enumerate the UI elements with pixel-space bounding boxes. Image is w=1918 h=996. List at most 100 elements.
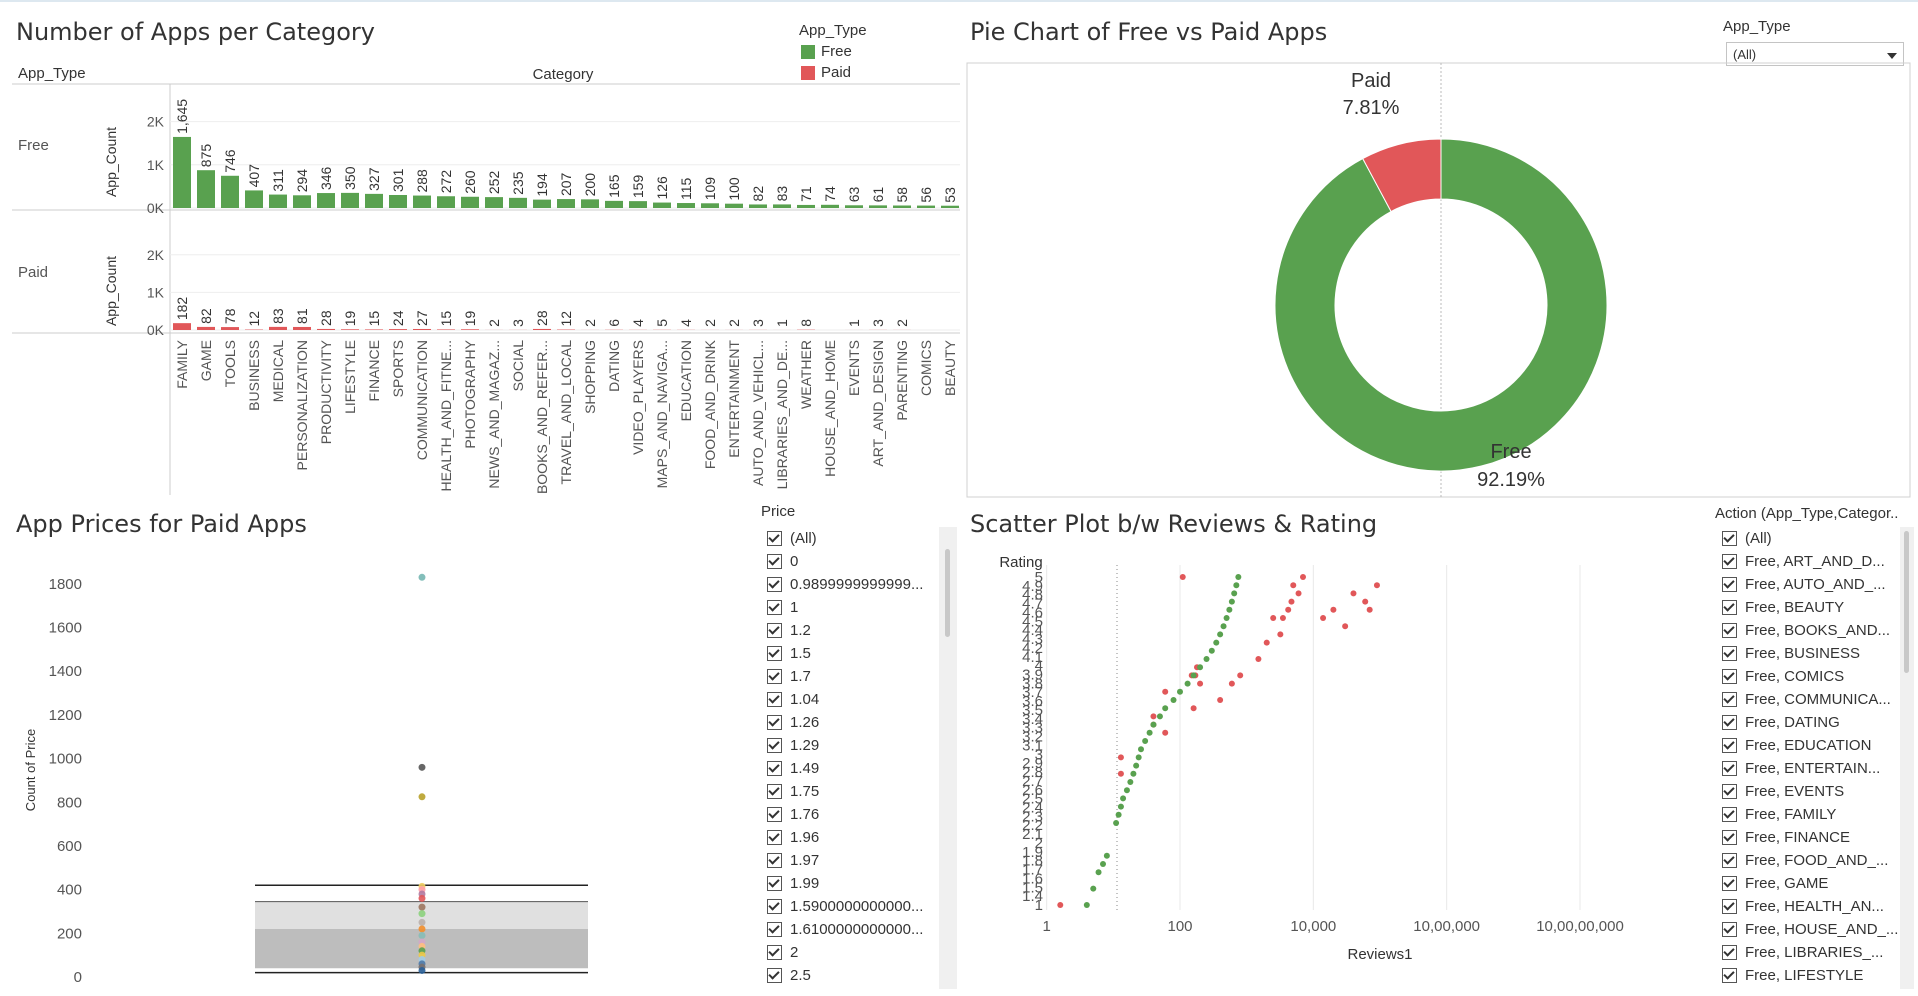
checkbox[interactable] [1722,761,1737,776]
checkbox[interactable] [1722,784,1737,799]
checkbox[interactable] [1722,968,1737,983]
price-filter-option[interactable]: 1.5900000000000... [767,895,939,918]
checkbox[interactable] [1722,646,1737,661]
pie-chart: Paid 7.81% Free 92.19% [966,62,1911,498]
price-filter-option[interactable]: 0 [767,550,939,573]
checkbox[interactable] [1722,623,1737,638]
checkbox[interactable] [767,554,782,569]
checkbox[interactable] [767,646,782,661]
price-filter-option[interactable]: 1.96 [767,826,939,849]
action-filter-option[interactable]: Free, DATING [1722,711,1902,734]
checkbox[interactable] [767,922,782,937]
action-filter-option[interactable]: Free, COMICS [1722,665,1902,688]
bar-free [341,192,359,208]
price-filter-option[interactable]: 0.9899999999999... [767,573,939,596]
scatter-point-free [1226,606,1233,613]
action-filter-option[interactable]: Free, COMMUNICA... [1722,688,1902,711]
action-filter-option[interactable]: Free, LIFESTYLE [1722,964,1902,987]
checkbox[interactable] [767,738,782,753]
checkbox[interactable] [1722,692,1737,707]
checkbox[interactable] [767,784,782,799]
action-filter-option[interactable]: Free, HOUSE_AND_... [1722,918,1902,941]
y-tick-label: 1200 [49,707,82,724]
action-filter-option[interactable]: Free, FOOD_AND_... [1722,849,1902,872]
checkbox[interactable] [767,692,782,707]
checkbox[interactable] [1722,876,1737,891]
bar-paid [269,326,287,330]
checkbox[interactable] [1722,531,1737,546]
price-filter-option[interactable]: 1.04 [767,688,939,711]
action-filter-option[interactable]: Free, BOOKS_AND... [1722,619,1902,642]
checkbox[interactable] [767,899,782,914]
checkbox[interactable] [1722,669,1737,684]
checkbox[interactable] [1722,899,1737,914]
checkbox[interactable] [767,853,782,868]
action-filter-option[interactable]: Free, FINANCE [1722,826,1902,849]
checkbox[interactable] [767,669,782,684]
action-filter-option[interactable]: Free, BEAUTY [1722,596,1902,619]
checkbox[interactable] [767,945,782,960]
checkbox[interactable] [1722,554,1737,569]
checkbox[interactable] [1722,807,1737,822]
checkbox[interactable] [767,761,782,776]
action-filter-option[interactable]: Free, BUSINESS [1722,642,1902,665]
bar-free [653,202,671,208]
price-filter-option[interactable]: (All) [767,527,939,550]
checkbox[interactable] [1722,853,1737,868]
price-filter-option[interactable]: 1.76 [767,803,939,826]
price-filter-scrollbar[interactable] [939,527,957,989]
bar-free [269,194,287,208]
checkbox[interactable] [1722,945,1737,960]
checkbox[interactable] [767,715,782,730]
scatter-point-paid [1373,582,1380,589]
action-filter-option[interactable]: (All) [1722,527,1902,550]
price-filter-option[interactable]: 1.97 [767,849,939,872]
checkbox[interactable] [1722,600,1737,615]
price-filter-option[interactable]: 1.99 [767,872,939,895]
price-filter-option[interactable]: 2.5 [767,964,939,987]
checkbox[interactable] [767,830,782,845]
action-filter-option[interactable]: Free, ART_AND_D... [1722,550,1902,573]
price-scroll-thumb[interactable] [945,549,950,637]
scatter-point-paid [1366,606,1373,613]
price-filter-option[interactable]: 1.2 [767,619,939,642]
checkbox[interactable] [767,531,782,546]
checkbox[interactable] [1722,922,1737,937]
price-filter-option[interactable]: 1.7 [767,665,939,688]
checkbox[interactable] [767,577,782,592]
checkbox[interactable] [1722,577,1737,592]
action-filter-option[interactable]: Free, GAME [1722,872,1902,895]
price-filter-option[interactable]: 1.75 [767,780,939,803]
data-label-free: 56 [918,187,934,203]
action-filter-option[interactable]: Free, AUTO_AND_... [1722,573,1902,596]
checkbox[interactable] [767,623,782,638]
bar-paid [365,329,383,330]
price-filter-option[interactable]: 1.49 [767,757,939,780]
checkbox[interactable] [767,807,782,822]
action-filter-option[interactable]: Free, FAMILY [1722,803,1902,826]
price-filter-option[interactable]: 1.6100000000000... [767,918,939,941]
checkbox[interactable] [1722,715,1737,730]
action-filter-option[interactable]: Free, HEALTH_AN... [1722,895,1902,918]
checkbox[interactable] [1722,830,1737,845]
action-filter-option[interactable]: Free, ENTERTAIN... [1722,757,1902,780]
checkbox[interactable] [1722,738,1737,753]
checkbox[interactable] [767,600,782,615]
price-filter-option[interactable]: 1.5 [767,642,939,665]
bar-free [485,197,503,208]
action-filter-scrollbar[interactable] [1900,527,1914,989]
price-filter-option[interactable]: 2 [767,941,939,964]
action-filter-option[interactable]: Free, EDUCATION [1722,734,1902,757]
bar-paid [221,327,239,330]
bar-free [413,195,431,208]
bar-free [893,205,911,208]
action-filter-option[interactable]: Free, EVENTS [1722,780,1902,803]
price-point [418,966,426,974]
checkbox[interactable] [767,968,782,983]
price-filter-option[interactable]: 1.26 [767,711,939,734]
price-filter-option[interactable]: 1.29 [767,734,939,757]
action-scroll-thumb[interactable] [1904,531,1909,673]
action-filter-option[interactable]: Free, LIBRARIES_... [1722,941,1902,964]
price-filter-option[interactable]: 1 [767,596,939,619]
checkbox[interactable] [767,876,782,891]
